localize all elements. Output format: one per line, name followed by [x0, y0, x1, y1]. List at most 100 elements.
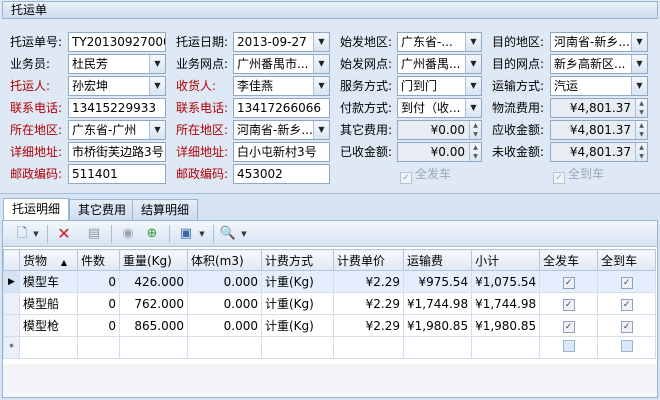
table-row[interactable]: ▶ 模型车 0 426.000 0.000 计重(Kg) ¥2.29 ¥975.… [3, 270, 657, 293]
cell-count[interactable]: 0 [77, 314, 120, 337]
cell-price[interactable]: ¥2.29 [333, 314, 404, 337]
shipper-region-select[interactable]: 广东省-广州 ▼ [68, 120, 166, 140]
cell-subtotal[interactable]: ¥1,075.54 [471, 270, 541, 293]
col-fee[interactable]: 运输费 [402, 249, 473, 271]
col-method[interactable]: 计费方式 [261, 249, 334, 271]
consignee-region-select[interactable]: 河南省-新乡... ▼ [233, 120, 330, 140]
origin-region-select[interactable]: 广东省-... ▼ [397, 32, 482, 52]
cell-arrived[interactable]: ✓ [597, 292, 657, 315]
cell-volume[interactable]: 0.000 [187, 314, 262, 337]
transport-mode-select[interactable]: 汽运 ▼ [550, 76, 648, 96]
cell-weight[interactable]: 762.000 [119, 292, 188, 315]
tab-other-fees[interactable]: 其它费用 [69, 199, 136, 220]
cell-method[interactable]: 计重(Kg) [261, 270, 334, 293]
received-amount-field[interactable]: ¥0.00 ▲ ▼ [397, 142, 482, 162]
dest-region-select[interactable]: 河南省-新乡... ▼ [550, 32, 648, 52]
preview-icon[interactable]: 🔍 [219, 225, 237, 243]
cell-volume[interactable] [187, 336, 262, 359]
chevron-down-icon[interactable]: ▼ [313, 55, 329, 73]
cell-fee[interactable] [402, 336, 473, 359]
cell-price[interactable]: ¥2.29 [333, 292, 404, 315]
cell-count[interactable]: 0 [77, 292, 120, 315]
new-row[interactable]: * [3, 336, 657, 359]
col-goods[interactable]: 货物 ▲ [19, 249, 78, 271]
cell-shipped[interactable]: ✓ [539, 314, 599, 337]
spin-icon[interactable]: ▲ ▼ [635, 121, 647, 139]
col-price[interactable]: 计费单价 [333, 249, 404, 271]
col-volume[interactable]: 体积(m3) [187, 249, 262, 271]
service-mode-select[interactable]: 门到门 ▼ [397, 76, 482, 96]
cell-goods[interactable]: 模型车 [19, 270, 78, 293]
spin-icon[interactable]: ▲ ▼ [469, 121, 481, 139]
cell-volume[interactable]: 0.000 [187, 270, 262, 293]
copy-icon[interactable]: ▤ [85, 225, 103, 243]
tab-shipment-details[interactable]: 托运明细 [3, 198, 70, 220]
waybill-no-field[interactable]: TY20130927000 [68, 32, 166, 52]
consignee-phone-field[interactable]: 13417266066 [233, 98, 330, 118]
chevron-down-icon[interactable]: ▼ [239, 225, 249, 243]
cell-goods[interactable]: 模型船 [19, 292, 78, 315]
chevron-down-icon[interactable]: ▼ [313, 33, 329, 51]
shipper-postcode-field[interactable]: 511401 [68, 164, 166, 184]
cell-shipped[interactable]: ✓ [539, 270, 599, 293]
cell-volume[interactable]: 0.000 [187, 292, 262, 315]
cell-goods[interactable]: 模型枪 [19, 314, 78, 337]
checkbox-empty-icon[interactable] [562, 340, 575, 352]
checkbox-empty-icon[interactable] [620, 340, 633, 352]
cell-count[interactable] [77, 336, 120, 359]
checkbox-checked-icon[interactable]: ✓ [562, 277, 575, 289]
cell-arrived[interactable]: ✓ [597, 270, 657, 293]
checkbox-checked-icon[interactable]: ✓ [620, 321, 633, 333]
checkbox-checked-icon[interactable]: ✓ [620, 277, 633, 289]
cell-fee[interactable]: ¥1,744.98 [402, 292, 473, 315]
chevron-down-icon[interactable]: ▼ [465, 77, 481, 95]
table-row[interactable]: 模型船 0 762.000 0.000 计重(Kg) ¥2.29 ¥1,744.… [3, 292, 657, 315]
download-icon[interactable]: ⊕ [143, 225, 161, 243]
origin-outlet-select[interactable]: 广州番禺... ▼ [397, 54, 482, 74]
spin-icon[interactable]: ▲ ▼ [635, 99, 647, 117]
uncollected-field[interactable]: ¥4,801.37 ▲ ▼ [550, 142, 648, 162]
table-row[interactable]: 模型枪 0 865.000 0.000 计重(Kg) ¥2.29 ¥1,980.… [3, 314, 657, 337]
chevron-down-icon[interactable]: ▼ [313, 121, 329, 139]
tab-settlement-details[interactable]: 结算明细 [132, 199, 199, 220]
cell-method[interactable]: 计重(Kg) [261, 292, 334, 315]
cell-shipped[interactable]: ✓ [539, 292, 599, 315]
consignee-postcode-field[interactable]: 453002 [233, 164, 330, 184]
ship-date-picker[interactable]: 2013-09-27 ▼ [233, 32, 330, 52]
consignee-select[interactable]: 李佳燕 ▼ [233, 76, 330, 96]
delete-icon[interactable]: ✕ [55, 225, 73, 243]
col-shipped[interactable]: 全发车 [539, 249, 599, 271]
cell-count[interactable]: 0 [77, 270, 120, 293]
shipper-phone-field[interactable]: 13415229933 [68, 98, 166, 118]
cell-weight[interactable]: 426.000 [119, 270, 188, 293]
cell-fee[interactable]: ¥1,980.85 [402, 314, 473, 337]
chevron-down-icon[interactable]: ▼ [465, 55, 481, 73]
cell-weight[interactable]: 865.000 [119, 314, 188, 337]
business-outlet-select[interactable]: 广州番禺市... ▼ [233, 54, 330, 74]
dest-outlet-select[interactable]: 新乡高新区... ▼ [550, 54, 648, 74]
cell-goods[interactable] [19, 336, 78, 359]
chevron-down-icon[interactable]: ▼ [149, 55, 165, 73]
cell-subtotal[interactable] [471, 336, 541, 359]
col-weight[interactable]: 重量(Kg) [119, 249, 188, 271]
shipper-address-field[interactable]: 市桥街芙边路3号 [68, 142, 166, 162]
cell-shipped[interactable] [539, 336, 599, 359]
shipper-select[interactable]: 孙宏坤 ▼ [68, 76, 166, 96]
all-arrived-checkbox[interactable]: ✓ 全到车 [553, 166, 604, 184]
chevron-down-icon[interactable]: ▼ [465, 99, 481, 117]
new-doc-icon[interactable]: 🗋 [13, 225, 31, 243]
chevron-down-icon[interactable]: ▼ [149, 77, 165, 95]
col-subtotal[interactable]: 小计 [471, 249, 541, 271]
receivable-field[interactable]: ¥4,801.37 ▲ ▼ [550, 120, 648, 140]
cell-arrived[interactable]: ✓ [597, 314, 657, 337]
cell-price[interactable]: ¥2.29 [333, 270, 404, 293]
chevron-down-icon[interactable]: ▼ [631, 77, 647, 95]
consignee-address-field[interactable]: 白小屯新村3号 [233, 142, 330, 162]
disabled-icon[interactable]: ◉ [119, 225, 137, 243]
all-shipped-checkbox[interactable]: ✓ 全发车 [400, 166, 451, 184]
spin-icon[interactable]: ▲ ▼ [469, 143, 481, 161]
spin-icon[interactable]: ▲ ▼ [635, 143, 647, 161]
save-icon[interactable]: ▣ [177, 225, 195, 243]
checkbox-checked-icon[interactable]: ✓ [562, 321, 575, 333]
cell-fee[interactable]: ¥975.54 [402, 270, 473, 293]
